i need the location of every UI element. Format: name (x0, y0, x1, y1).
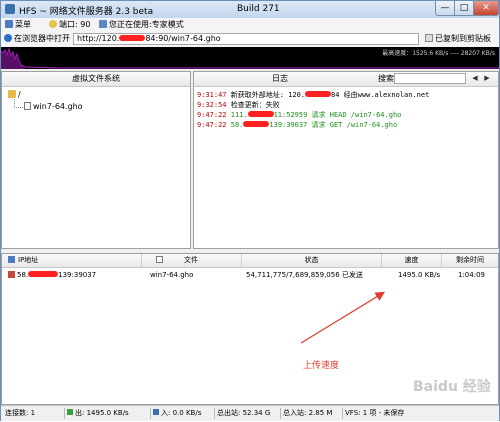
out-icon (67, 409, 73, 415)
watermark: Baidu 经验 (413, 379, 491, 395)
status-total-in: 总入站: 2.85 M (283, 408, 343, 419)
upload-speed-annotation: 上传速度 (303, 361, 340, 371)
status-out-label: 出: 1495.0 KB/s (75, 409, 129, 417)
status-out-speed: 出: 1495.0 KB/s (67, 408, 151, 419)
annotation-arrow (300, 291, 386, 344)
status-vfs: VFS: 1 项 - 未保存 (345, 409, 405, 417)
status-in-label: 入: 0.0 KB/s (161, 409, 202, 417)
status-bar: 连接数: 1 出: 1495.0 KB/s 入: 0.0 KB/s 总出站: 5… (1, 405, 499, 421)
in-icon (153, 409, 159, 415)
status-total-out: 总出站: 52.34 G (217, 408, 281, 419)
status-in-speed: 入: 0.0 KB/s (153, 408, 215, 419)
status-connections: 连接数: 1 (5, 408, 65, 419)
hfs-window: HFS ~ 网络文件服务器 2.3 beta Build 271 — □ ✕ 菜… (0, 0, 500, 421)
